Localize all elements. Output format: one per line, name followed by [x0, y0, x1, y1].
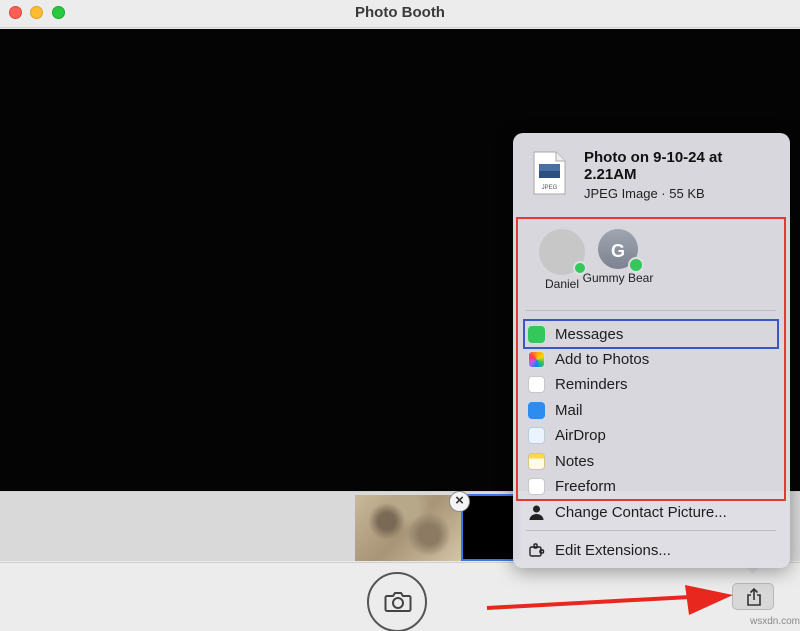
watermark: wsxdn.com — [750, 616, 800, 627]
share-item-notes[interactable]: Notes — [526, 450, 776, 474]
extensions-icon — [529, 543, 545, 557]
title-bar: Photo Booth — [0, 0, 800, 28]
photos-icon — [528, 351, 545, 368]
share-popover: JPEG Photo on 9-10-24 at 2.21AM JPEG Ima… — [513, 133, 790, 568]
photo-booth-window: Photo Booth × JPEG Photo on 9-10-24 at 2… — [0, 0, 800, 631]
messages-icon — [528, 326, 545, 343]
share-item-label: Notes — [555, 453, 595, 470]
share-button[interactable] — [732, 583, 774, 610]
share-item-label: Reminders — [555, 376, 628, 393]
photo-thumbnail[interactable] — [355, 495, 461, 561]
share-item-mail[interactable]: Mail — [526, 399, 776, 423]
change-contact-picture-label: Change Contact Picture... — [555, 504, 727, 521]
annotation-arrow — [486, 585, 733, 615]
share-item-add-to-photos[interactable]: Add to Photos — [526, 348, 776, 372]
avatar-initial: G — [610, 241, 625, 261]
file-meta: JPEG Image · 55 KB — [584, 186, 705, 201]
person-icon — [529, 505, 544, 520]
share-item-label: Freeform — [555, 478, 616, 495]
window-title: Photo Booth — [355, 4, 445, 21]
share-icon — [747, 587, 761, 606]
reminders-icon — [528, 376, 545, 393]
share-item-label: Add to Photos — [555, 351, 650, 368]
take-photo-button[interactable] — [367, 572, 427, 631]
camera-icon — [384, 592, 412, 612]
avatar — [539, 229, 587, 275]
airdrop-icon — [528, 427, 545, 444]
share-item-airdrop[interactable]: AirDrop — [526, 424, 776, 448]
edit-extensions-item[interactable]: Edit Extensions... — [526, 539, 776, 563]
divider — [526, 310, 776, 311]
mail-icon — [528, 402, 545, 419]
notes-icon — [528, 453, 545, 470]
edit-extensions-label: Edit Extensions... — [555, 542, 671, 559]
svg-text:JPEG: JPEG — [542, 185, 558, 191]
contact-name: Gummy Bear — [582, 271, 654, 285]
share-item-label: AirDrop — [555, 427, 606, 444]
messages-badge-icon — [628, 257, 644, 273]
share-item-label: Messages — [555, 326, 624, 343]
share-item-messages[interactable]: Messages — [526, 323, 776, 347]
freeform-icon — [528, 478, 545, 495]
share-item-label: Mail — [555, 402, 583, 419]
avatar: G — [598, 229, 644, 273]
share-item-reminders[interactable]: Reminders — [526, 373, 776, 397]
delete-photo-button[interactable]: × — [449, 491, 470, 512]
jpeg-file-icon: JPEG — [533, 151, 566, 195]
change-contact-picture-item[interactable]: Change Contact Picture... — [526, 501, 776, 525]
selected-photo-thumbnail[interactable] — [461, 494, 521, 561]
share-item-freeform[interactable]: Freeform — [526, 475, 776, 499]
divider — [526, 530, 776, 531]
contact-gummy-bear[interactable]: G Gummy Bear — [580, 229, 656, 285]
file-name: Photo on 9-10-24 at 2.21AM — [584, 149, 723, 183]
